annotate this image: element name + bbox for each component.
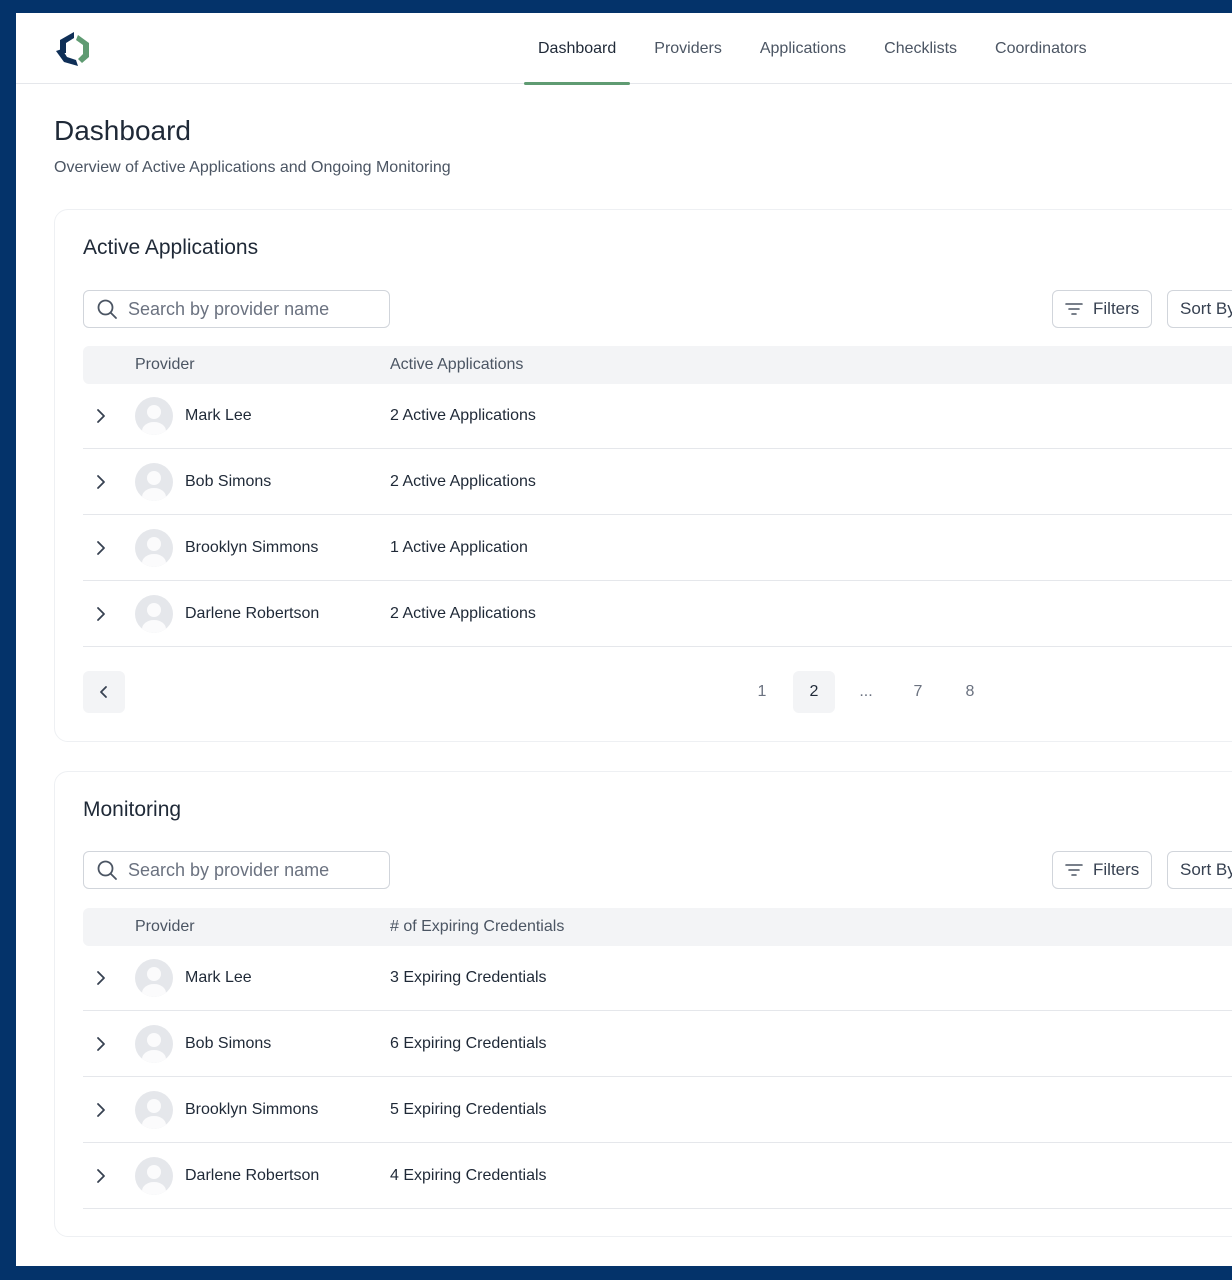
monitoring-card: Monitoring Filters Sort By Provider # of…: [54, 771, 1232, 1237]
provider-name: Bob Simons: [185, 473, 272, 490]
filter-icon: [1065, 303, 1083, 315]
filters-label: Filters: [1093, 299, 1140, 318]
pagination-previous-button[interactable]: [83, 671, 125, 713]
monitoring-filters-button[interactable]: Filters: [1052, 851, 1153, 889]
filters-label: Filters: [1093, 860, 1140, 879]
table-row[interactable]: Brooklyn Simmons 5 Expiring Credentials: [83, 1077, 1232, 1143]
avatar: [135, 595, 173, 633]
nav-tab-providers[interactable]: Providers: [640, 13, 736, 84]
filter-icon: [1065, 864, 1083, 876]
active-applications-count: 2 Active Applications: [390, 473, 536, 490]
monitoring-search[interactable]: [83, 851, 390, 889]
chevron-left-icon: [100, 686, 107, 698]
avatar: [135, 959, 173, 997]
pagination-page-7[interactable]: 7: [897, 671, 939, 713]
active-applications-card: Active Applications Filters Sort By Prov…: [54, 209, 1232, 742]
active-applications-sort-button[interactable]: Sort By: [1167, 290, 1232, 328]
pagination-ellipsis: ...: [859, 683, 873, 700]
table-row[interactable]: Bob Simons 2 Active Applications: [83, 449, 1232, 515]
search-icon: [97, 299, 117, 319]
expiring-credentials-count: 4 Expiring Credentials: [390, 1167, 547, 1184]
expiring-credentials-count: 6 Expiring Credentials: [390, 1035, 547, 1052]
chevron-right-icon[interactable]: [93, 1036, 109, 1052]
monitoring-table-header: Provider # of Expiring Credentials: [83, 908, 1232, 946]
chevron-right-icon[interactable]: [93, 474, 109, 490]
expiring-credentials-count: 5 Expiring Credentials: [390, 1101, 547, 1118]
table-row[interactable]: Darlene Robertson 2 Active Applications: [83, 581, 1232, 647]
active-applications-search[interactable]: [83, 290, 390, 328]
active-applications-count: 2 Active Applications: [390, 605, 536, 622]
avatar: [135, 1091, 173, 1129]
monitoring-title: Monitoring: [83, 798, 182, 821]
avatar: [135, 1025, 173, 1063]
column-header-provider: Provider: [135, 356, 195, 373]
provider-name: Bob Simons: [185, 1035, 272, 1052]
table-row[interactable]: Bob Simons 6 Expiring Credentials: [83, 1011, 1232, 1077]
top-navigation-bar: Dashboard Providers Applications Checkli…: [16, 13, 1232, 85]
active-applications-count: 2 Active Applications: [390, 407, 536, 424]
search-icon: [97, 860, 117, 880]
avatar: [135, 397, 173, 435]
sort-label: Sort By: [1180, 299, 1232, 318]
chevron-right-icon[interactable]: [93, 540, 109, 556]
provider-name: Mark Lee: [185, 969, 252, 986]
active-applications-count: 1 Active Application: [390, 539, 528, 556]
active-applications-filters-button[interactable]: Filters: [1052, 290, 1153, 328]
table-row[interactable]: Darlene Robertson 4 Expiring Credentials: [83, 1143, 1232, 1209]
active-applications-search-input[interactable]: [128, 298, 368, 320]
table-row[interactable]: Mark Lee 3 Expiring Credentials: [83, 945, 1232, 1011]
monitoring-sort-button[interactable]: Sort By: [1167, 851, 1232, 889]
nav-tab-dashboard[interactable]: Dashboard: [524, 13, 631, 85]
page-subtitle: Overview of Active Applications and Ongo…: [54, 159, 451, 176]
monitoring-search-input[interactable]: [128, 859, 368, 881]
chevron-right-icon[interactable]: [93, 606, 109, 622]
column-header-provider: Provider: [135, 918, 195, 935]
chevron-right-icon[interactable]: [93, 1102, 109, 1118]
provider-name: Darlene Robertson: [185, 605, 320, 622]
app-window: Dashboard Providers Applications Checkli…: [16, 13, 1232, 1266]
chevron-right-icon[interactable]: [93, 408, 109, 424]
avatar: [135, 529, 173, 567]
pagination-page-1[interactable]: 1: [741, 671, 783, 713]
column-header-active-applications: Active Applications: [390, 356, 524, 373]
table-row[interactable]: Brooklyn Simmons 1 Active Application: [83, 515, 1232, 581]
provider-name: Mark Lee: [185, 407, 252, 424]
provider-name: Brooklyn Simmons: [185, 1101, 319, 1118]
table-row[interactable]: Mark Lee 2 Active Applications: [83, 383, 1232, 449]
main-nav: Dashboard Providers Applications Checkli…: [524, 13, 1111, 85]
column-header-expiring-credentials: # of Expiring Credentials: [390, 918, 565, 935]
avatar: [135, 1157, 173, 1195]
pagination-page-8[interactable]: 8: [949, 671, 991, 713]
provider-name: Brooklyn Simmons: [185, 539, 319, 556]
nav-tab-applications[interactable]: Applications: [746, 13, 860, 84]
expiring-credentials-count: 3 Expiring Credentials: [390, 969, 547, 986]
pagination-page-2-current[interactable]: 2: [793, 671, 835, 713]
provider-name: Darlene Robertson: [185, 1167, 320, 1184]
logo-icon[interactable]: [52, 29, 94, 69]
page-title: Dashboard: [54, 115, 191, 146]
nav-tab-checklists[interactable]: Checklists: [870, 13, 971, 84]
chevron-right-icon[interactable]: [93, 1168, 109, 1184]
active-applications-title: Active Applications: [83, 236, 259, 259]
sort-label: Sort By: [1180, 860, 1232, 879]
avatar: [135, 463, 173, 501]
active-applications-table-header: Provider Active Applications: [83, 346, 1232, 384]
chevron-right-icon[interactable]: [93, 970, 109, 986]
nav-tab-coordinators[interactable]: Coordinators: [981, 13, 1101, 84]
